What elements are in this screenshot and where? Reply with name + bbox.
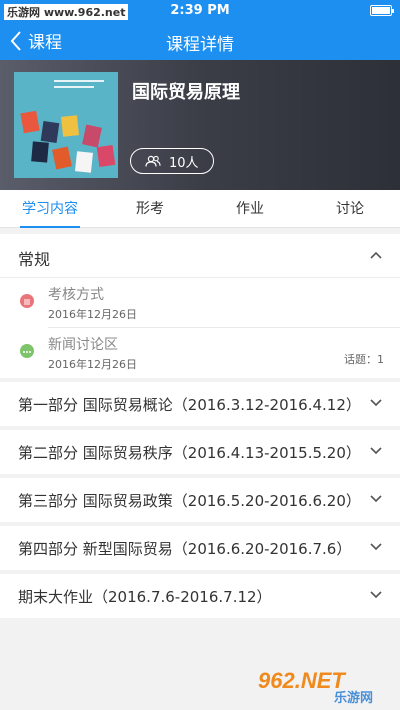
general-section-header[interactable]: 常规 [0, 234, 400, 278]
battery-icon [370, 5, 394, 16]
watermark-sub: 乐游网 [334, 690, 373, 706]
general-section-title: 常规 [18, 250, 51, 269]
status-bar: 乐游网 www.962.net 2:39 PM [0, 0, 400, 22]
course-title: 国际贸易原理 [132, 82, 240, 103]
part-title: 第三部分 国际贸易政策（2016.5.20-2016.6.20） [18, 492, 361, 510]
tab-assessment[interactable]: 形考 [100, 190, 200, 227]
general-section: 常规 考核方式 2016年12月26日 新闻讨论区 2016年12月26日 话题… [0, 234, 400, 378]
forum-icon [20, 344, 34, 358]
item-date: 2016年12月26日 [48, 358, 137, 371]
section-part-3[interactable]: 第三部分 国际贸易政策（2016.5.20-2016.6.20） [0, 478, 400, 522]
list-item[interactable]: 考核方式 2016年12月26日 [0, 278, 400, 328]
status-time: 2:39 PM [170, 3, 230, 18]
document-icon [20, 294, 34, 308]
people-icon [145, 155, 161, 167]
course-header: 国际贸易原理 10人 [0, 60, 400, 190]
part-title: 第一部分 国际贸易概论（2016.3.12-2016.4.12） [18, 396, 361, 414]
part-title: 第二部分 国际贸易秩序（2016.4.13-2015.5.20） [18, 444, 361, 462]
parts-list: 第一部分 国际贸易概论（2016.3.12-2016.4.12） 第二部分 国际… [0, 382, 400, 618]
list-item[interactable]: 新闻讨论区 2016年12月26日 话题：1 [0, 328, 400, 378]
section-part-2[interactable]: 第二部分 国际贸易秩序（2016.4.13-2015.5.20） [0, 430, 400, 474]
chevron-down-icon [370, 543, 382, 551]
chevron-down-icon [370, 399, 382, 407]
watermark-logo: 962.NET 乐游网 [258, 668, 373, 706]
chevron-down-icon [370, 495, 382, 503]
nav-bar: 课程 课程详情 [0, 22, 400, 60]
section-part-1[interactable]: 第一部分 国际贸易概论（2016.3.12-2016.4.12） [0, 382, 400, 426]
chevron-up-icon [370, 251, 382, 259]
item-name: 新闻讨论区 [48, 337, 118, 353]
part-title: 期末大作业（2016.7.6-2016.7.12） [18, 588, 272, 606]
chevron-down-icon [370, 591, 382, 599]
tab-homework[interactable]: 作业 [200, 190, 300, 227]
item-name: 考核方式 [48, 287, 104, 303]
section-part-4[interactable]: 第四部分 新型国际贸易（2016.6.20-2016.7.6） [0, 526, 400, 570]
chevron-down-icon [370, 447, 382, 455]
tab-bar: 学习内容 形考 作业 讨论 [0, 190, 400, 228]
course-cover-image [14, 72, 118, 178]
watermark-brand: 962.NET [258, 668, 346, 693]
participants-badge[interactable]: 10人 [130, 148, 214, 174]
part-title: 第四部分 新型国际贸易（2016.6.20-2016.7.6） [18, 540, 352, 558]
tab-discussion[interactable]: 讨论 [300, 190, 400, 227]
item-date: 2016年12月26日 [48, 308, 137, 321]
tab-learning-content[interactable]: 学习内容 [0, 190, 100, 228]
page-title: 课程详情 [166, 35, 234, 55]
topic-count: 话题：1 [344, 353, 384, 366]
section-final-assignment[interactable]: 期末大作业（2016.7.6-2016.7.12） [0, 574, 400, 618]
participants-count: 10人 [169, 155, 199, 171]
